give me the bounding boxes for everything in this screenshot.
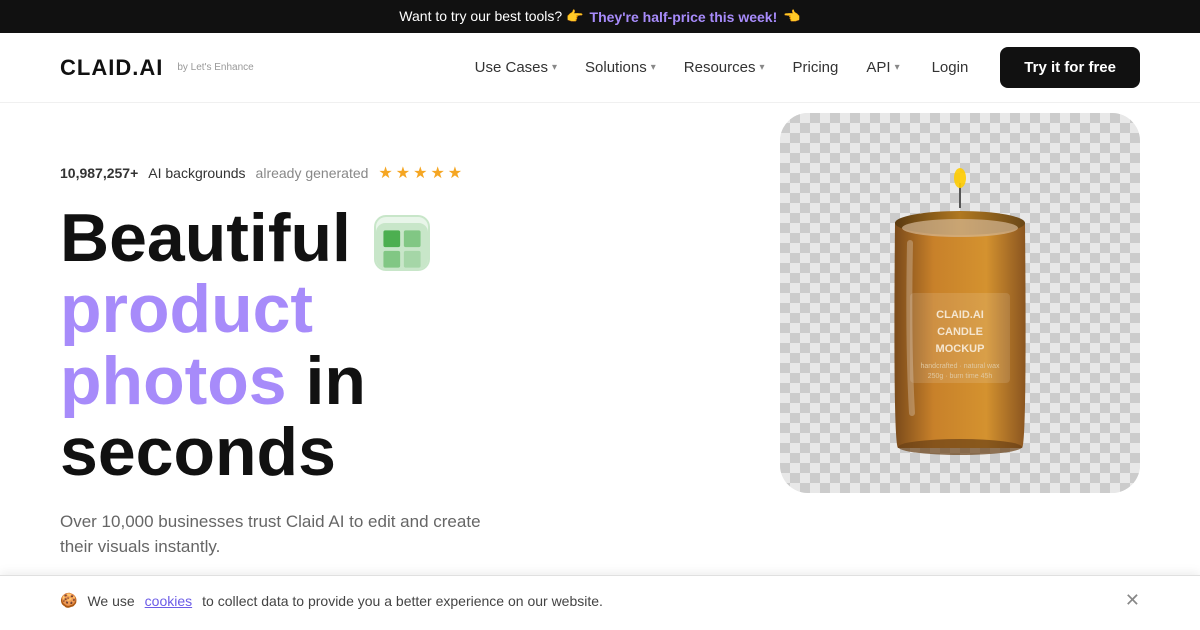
logo-text: CLAID.AI [60,55,163,81]
hero-stats: 10,987,257+ AI backgrounds already gener… [60,163,640,183]
stats-count: 10,987,257+ [60,165,138,181]
nav-item-solutions[interactable]: Solutions ▾ [585,59,656,76]
star-5: ★ [448,163,462,183]
cookie-banner: 🍪 We use cookies to collect data to prov… [0,575,1200,625]
cookie-emoji: 🍪 [60,592,77,609]
product-box: CLAID.AI CANDLE MOCKUP handcrafted · nat… [780,113,1140,493]
star-4: ★ [430,163,444,183]
banner-text: Want to try our best tools? 👉 [399,8,583,25]
nav-item-pricing[interactable]: Pricing [793,59,839,76]
login-button[interactable]: Login [932,59,969,76]
hero-headline: Beautiful product photos in seconds [60,203,640,489]
nav-item-api[interactable]: API ▾ [866,59,899,76]
hero-subtext: Over 10,000 businesses trust Claid AI to… [60,509,490,560]
banner-emoji: 👈 [783,8,800,25]
cookie-link[interactable]: cookies [145,593,192,609]
svg-text:handcrafted · natural wax: handcrafted · natural wax [921,363,1000,370]
banner-link[interactable]: They're half-price this week! [590,9,778,25]
top-banner: Want to try our best tools? 👉 They're ha… [0,0,1200,33]
svg-text:CLAID.AI: CLAID.AI [936,309,984,321]
svg-text:MOCKUP: MOCKUP [936,343,985,355]
star-2: ★ [396,163,410,183]
nav-links: Use Cases ▾ Solutions ▾ Resources ▾ Pric… [475,59,900,76]
star-rating: ★ ★ ★ ★ ★ [378,163,462,183]
chevron-down-icon: ▾ [651,62,656,73]
chevron-down-icon: ▾ [895,62,900,73]
chevron-down-icon: ▾ [552,62,557,73]
cookie-text2: to collect data to provide you a better … [202,593,603,609]
nav-item-resources[interactable]: Resources ▾ [684,59,765,76]
nav-item-use-cases[interactable]: Use Cases ▾ [475,59,557,76]
headline-emoji-icon [374,215,430,271]
svg-text:CANDLE: CANDLE [937,326,983,338]
stats-label: AI backgrounds [148,165,245,181]
star-3: ★ [413,163,427,183]
headline-beautiful: Beautiful [60,200,351,276]
chevron-down-icon: ▾ [759,62,764,73]
hero-content: 10,987,257+ AI backgrounds already gener… [60,143,640,625]
try-free-button[interactable]: Try it for free [1000,47,1140,88]
logo-sub: by Let's Enhance [177,62,253,73]
logo: CLAID.AI by Let's Enhance [60,55,254,81]
candle-image: CLAID.AI CANDLE MOCKUP handcrafted · nat… [860,163,1060,463]
navbar: CLAID.AI by Let's Enhance Use Cases ▾ So… [0,33,1200,103]
hero-product-image: CLAID.AI CANDLE MOCKUP handcrafted · nat… [780,113,1160,513]
stats-already: already generated [256,165,369,181]
star-1: ★ [378,163,392,183]
hero-section: 10,987,257+ AI backgrounds already gener… [0,103,1200,625]
cookie-close-button[interactable]: ✕ [1125,590,1140,611]
headline-photos: photos [60,343,287,419]
svg-text:250g · burn time 45h: 250g · burn time 45h [928,373,993,380]
cookie-text: We use [87,593,134,609]
headline-product: product [60,271,313,347]
